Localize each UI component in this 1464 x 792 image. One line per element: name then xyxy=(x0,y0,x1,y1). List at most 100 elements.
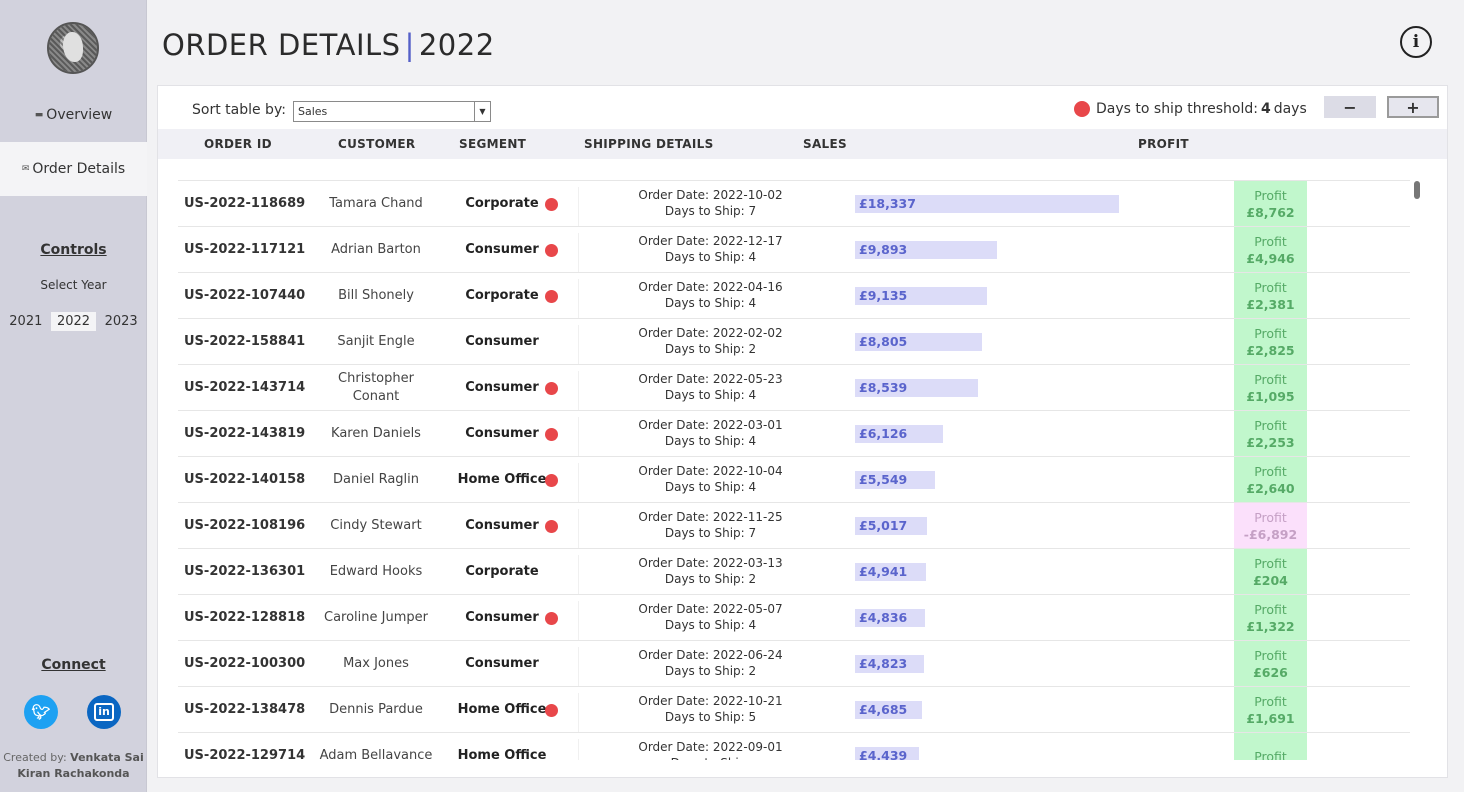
order-date: 2022-09-01 xyxy=(712,740,783,754)
late-shipment-dot xyxy=(545,474,558,487)
order-date: 2022-03-01 xyxy=(712,418,783,432)
scrollbar-thumb[interactable] xyxy=(1414,181,1420,199)
days-to-ship: 4 xyxy=(748,296,757,310)
year-2021-button[interactable]: 2021 xyxy=(3,312,48,331)
twitter-icon[interactable]: 🐦︎ xyxy=(24,695,58,729)
table-row[interactable]: US-2022-108196 Cindy Stewart Consumer Order… xyxy=(178,502,1410,549)
shipping-details: Order Date: 2022-11-25 Days to Ship: 7 xyxy=(578,509,842,549)
table-row[interactable]: US-2022-107440 Bill Shonely Corporate Order… xyxy=(178,272,1410,319)
order-id: US-2022-100300 xyxy=(184,656,306,671)
days-to-ship: 4 xyxy=(748,618,757,632)
nav-order-details[interactable]: ✉ Order Details xyxy=(0,142,147,196)
segment: Consumer xyxy=(465,656,539,671)
scrollbar[interactable] xyxy=(1413,181,1421,761)
increase-threshold-button[interactable]: + xyxy=(1387,96,1439,118)
sales-bar: £4,685 xyxy=(855,701,922,719)
profit-cell: Profit xyxy=(1234,733,1307,760)
profit-label: Profit xyxy=(1254,510,1287,525)
order-id: US-2022-143714 xyxy=(184,380,306,395)
order-id: US-2022-136301 xyxy=(184,564,306,579)
shipping-details: Order Date: 2022-03-13 Days to Ship: 2 xyxy=(578,555,842,595)
info-icon[interactable]: i xyxy=(1400,26,1432,58)
profit-cell: Profit £1,691 xyxy=(1234,687,1307,733)
days-to-ship: 4 xyxy=(748,480,757,494)
table-row[interactable]: US-2022-158841 Sanjit Engle Consumer Order … xyxy=(178,318,1410,365)
segment: Home Office xyxy=(457,472,547,487)
linkedin-icon[interactable]: in xyxy=(87,695,121,729)
table-row[interactable]: US-2022-136301 Edward Hooks Corporate Order… xyxy=(178,548,1410,595)
table-row[interactable]: US-2022-138478 Dennis Pardue Home Office Or… xyxy=(178,686,1410,733)
customer-name: Adrian Barton xyxy=(331,242,421,257)
col-order-id[interactable]: ORDER ID xyxy=(204,137,272,151)
threshold-legend: Days to ship threshold: 4 days xyxy=(1074,101,1307,117)
col-customer[interactable]: CUSTOMER xyxy=(338,137,415,151)
profit-label: Profit xyxy=(1254,694,1287,709)
customer-name: Adam Bellavance xyxy=(319,748,433,760)
profit-cell: Profit £8,762 xyxy=(1234,181,1307,227)
customer-name: Christopher Conant xyxy=(338,371,414,404)
sidebar: ▬ Overview ✉ Order Details Controls Sele… xyxy=(0,0,147,792)
title-separator: | xyxy=(404,28,415,62)
controls-heading: Controls xyxy=(40,242,107,258)
table-row[interactable]: US-2022-140158 Daniel Raglin Home Office Or… xyxy=(178,456,1410,503)
connect-heading: Connect xyxy=(41,657,106,673)
profit-label: Profit xyxy=(1254,556,1287,571)
table-row[interactable]: US-2022-118689 Tamara Chand Corporate Order… xyxy=(178,180,1410,227)
order-date: 2022-11-25 xyxy=(712,510,783,524)
profit-cell: Profit -£6,892 xyxy=(1234,503,1307,549)
profit-value: -£6,892 xyxy=(1243,527,1298,542)
segment: Home Office xyxy=(457,748,547,760)
profit-value: £626 xyxy=(1253,665,1288,680)
profit-value: £1,095 xyxy=(1246,389,1295,404)
customer-name: Karen Daniels xyxy=(331,426,421,441)
customer-name: Cindy Stewart xyxy=(330,518,422,533)
profit-value: £2,253 xyxy=(1246,435,1295,450)
segment: Consumer xyxy=(465,610,539,625)
shipping-details: Order Date: 2022-10-21 Days to Ship: 5 xyxy=(578,693,842,733)
col-sales[interactable]: SALES xyxy=(803,137,847,151)
table-row[interactable]: US-2022-100300 Max Jones Consumer Order Dat… xyxy=(178,640,1410,687)
nav-order-details-label: Order Details xyxy=(32,161,126,177)
profit-label: Profit xyxy=(1254,372,1287,387)
table-row[interactable]: US-2022-143819 Karen Daniels Consumer Order… xyxy=(178,410,1410,457)
order-id: US-2022-158841 xyxy=(184,334,306,349)
col-shipping-details[interactable]: SHIPPING DETAILS xyxy=(584,137,714,151)
profit-label: Profit xyxy=(1254,234,1287,249)
sort-dropdown[interactable]: Sales ▼ xyxy=(293,101,491,122)
profit-value: £1,691 xyxy=(1246,711,1295,726)
col-segment[interactable]: SEGMENT xyxy=(459,137,526,151)
year-2022-button[interactable]: 2022 xyxy=(50,312,97,331)
profit-cell: Profit £1,095 xyxy=(1234,365,1307,411)
table-body: US-2022-118689 Tamara Chand Corporate Order… xyxy=(178,180,1410,760)
table-row[interactable]: US-2022-117121 Adrian Barton Consumer Order… xyxy=(178,226,1410,273)
customer-name: Caroline Jumper xyxy=(324,610,428,625)
globe-icon xyxy=(47,22,99,74)
days-to-ship: 7 xyxy=(748,204,757,218)
order-id: US-2022-140158 xyxy=(184,472,306,487)
profit-label: Profit xyxy=(1254,418,1287,433)
late-shipment-dot xyxy=(545,198,558,211)
table-row[interactable]: US-2022-143714 Christopher Conant Consumer… xyxy=(178,364,1410,411)
late-shipment-dot xyxy=(545,612,558,625)
year-2023-button[interactable]: 2023 xyxy=(99,312,144,331)
decrease-threshold-button[interactable]: − xyxy=(1324,96,1376,118)
order-date: 2022-06-24 xyxy=(712,648,783,662)
order-table-panel: Sort table by: Sales ▼ Days to ship thre… xyxy=(157,85,1448,778)
profit-cell: Profit £204 xyxy=(1234,549,1307,595)
table-row[interactable]: US-2022-128818 Caroline Jumper Consumer Ord… xyxy=(178,594,1410,641)
segment: Home Office xyxy=(457,702,547,717)
profit-cell: Profit £2,825 xyxy=(1234,319,1307,365)
order-date: 2022-10-02 xyxy=(712,188,783,202)
sort-value: Sales xyxy=(298,105,328,118)
nav-overview[interactable]: ▬ Overview xyxy=(0,88,147,142)
column-headers: ORDER ID CUSTOMER SEGMENT SHIPPING DETAI… xyxy=(158,129,1447,159)
col-profit[interactable]: PROFIT xyxy=(1138,137,1189,151)
order-date: 2022-04-16 xyxy=(712,280,783,294)
table-row[interactable]: US-2022-129714 Adam Bellavance Home Office… xyxy=(178,732,1410,760)
title-year: 2022 xyxy=(418,28,495,62)
sales-bar: £9,893 xyxy=(855,241,997,259)
segment: Consumer xyxy=(465,334,539,349)
late-shipment-dot xyxy=(545,520,558,533)
profit-value: £2,825 xyxy=(1246,343,1295,358)
select-year-label: Select Year xyxy=(40,278,107,292)
